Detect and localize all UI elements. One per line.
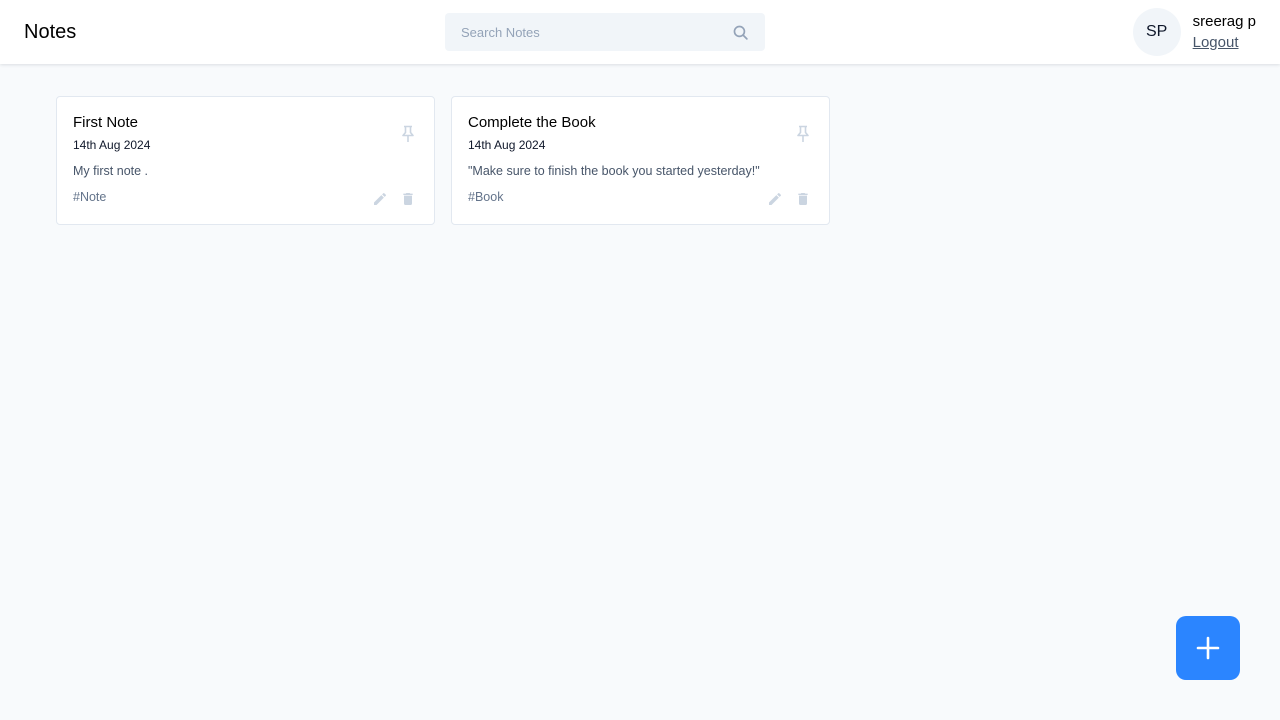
- note-title: First Note: [73, 114, 139, 131]
- pencil-icon[interactable]: [372, 191, 388, 207]
- search-input[interactable]: [461, 24, 731, 40]
- navbar: Notes SP sreerag p Logout: [0, 0, 1280, 64]
- logout-link[interactable]: Logout: [1193, 34, 1256, 51]
- note-tags: #Note: [73, 190, 107, 204]
- note-tags: #Book: [468, 190, 504, 204]
- pin-icon[interactable]: [400, 125, 416, 143]
- add-note-button[interactable]: [1176, 616, 1240, 680]
- profile: SP sreerag p Logout: [1132, 8, 1256, 56]
- note-date: 14th Aug 2024: [73, 138, 151, 152]
- user-name: sreerag p: [1192, 13, 1256, 30]
- notes-grid: First Note 14th Aug 2024 My first note .…: [56, 96, 830, 225]
- plus-icon: [1195, 635, 1221, 661]
- avatar: SP: [1132, 8, 1181, 56]
- search-bar: [445, 13, 765, 51]
- pin-icon[interactable]: [795, 125, 811, 143]
- app-title: Notes: [24, 20, 77, 43]
- note-card[interactable]: First Note 14th Aug 2024 My first note .…: [56, 96, 435, 225]
- note-card[interactable]: Complete the Book 14th Aug 2024 "Make su…: [451, 96, 830, 225]
- note-actions: [372, 191, 416, 207]
- search-icon[interactable]: [731, 23, 749, 41]
- note-actions: [767, 191, 811, 207]
- pencil-icon[interactable]: [767, 191, 783, 207]
- profile-info: sreerag p Logout: [1193, 13, 1256, 51]
- trash-icon[interactable]: [400, 191, 416, 207]
- note-date: 14th Aug 2024: [468, 138, 546, 152]
- note-content: My first note .: [73, 164, 149, 178]
- note-content: "Make sure to finish the book you starte…: [468, 164, 760, 178]
- note-title: Complete the Book: [468, 114, 596, 131]
- trash-icon[interactable]: [795, 191, 811, 207]
